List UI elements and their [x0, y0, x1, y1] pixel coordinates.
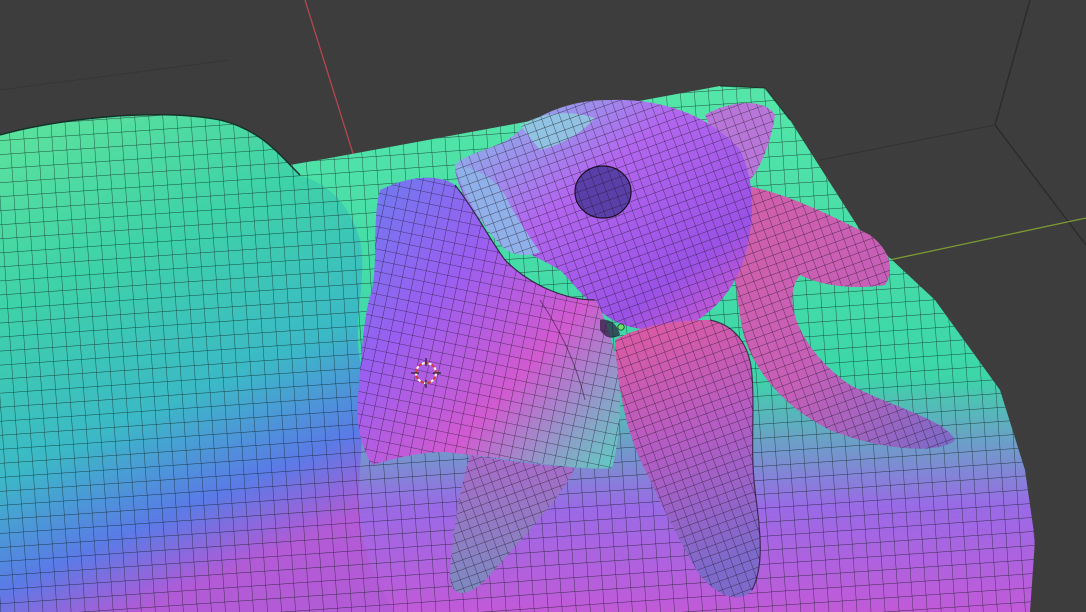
3d-viewport[interactable] [0, 0, 1086, 612]
x-axis-line [304, 0, 356, 161]
origin-dot-icon[interactable] [617, 323, 625, 331]
y-axis-line [879, 217, 1086, 263]
viewport-canvas[interactable] [0, 0, 1086, 612]
